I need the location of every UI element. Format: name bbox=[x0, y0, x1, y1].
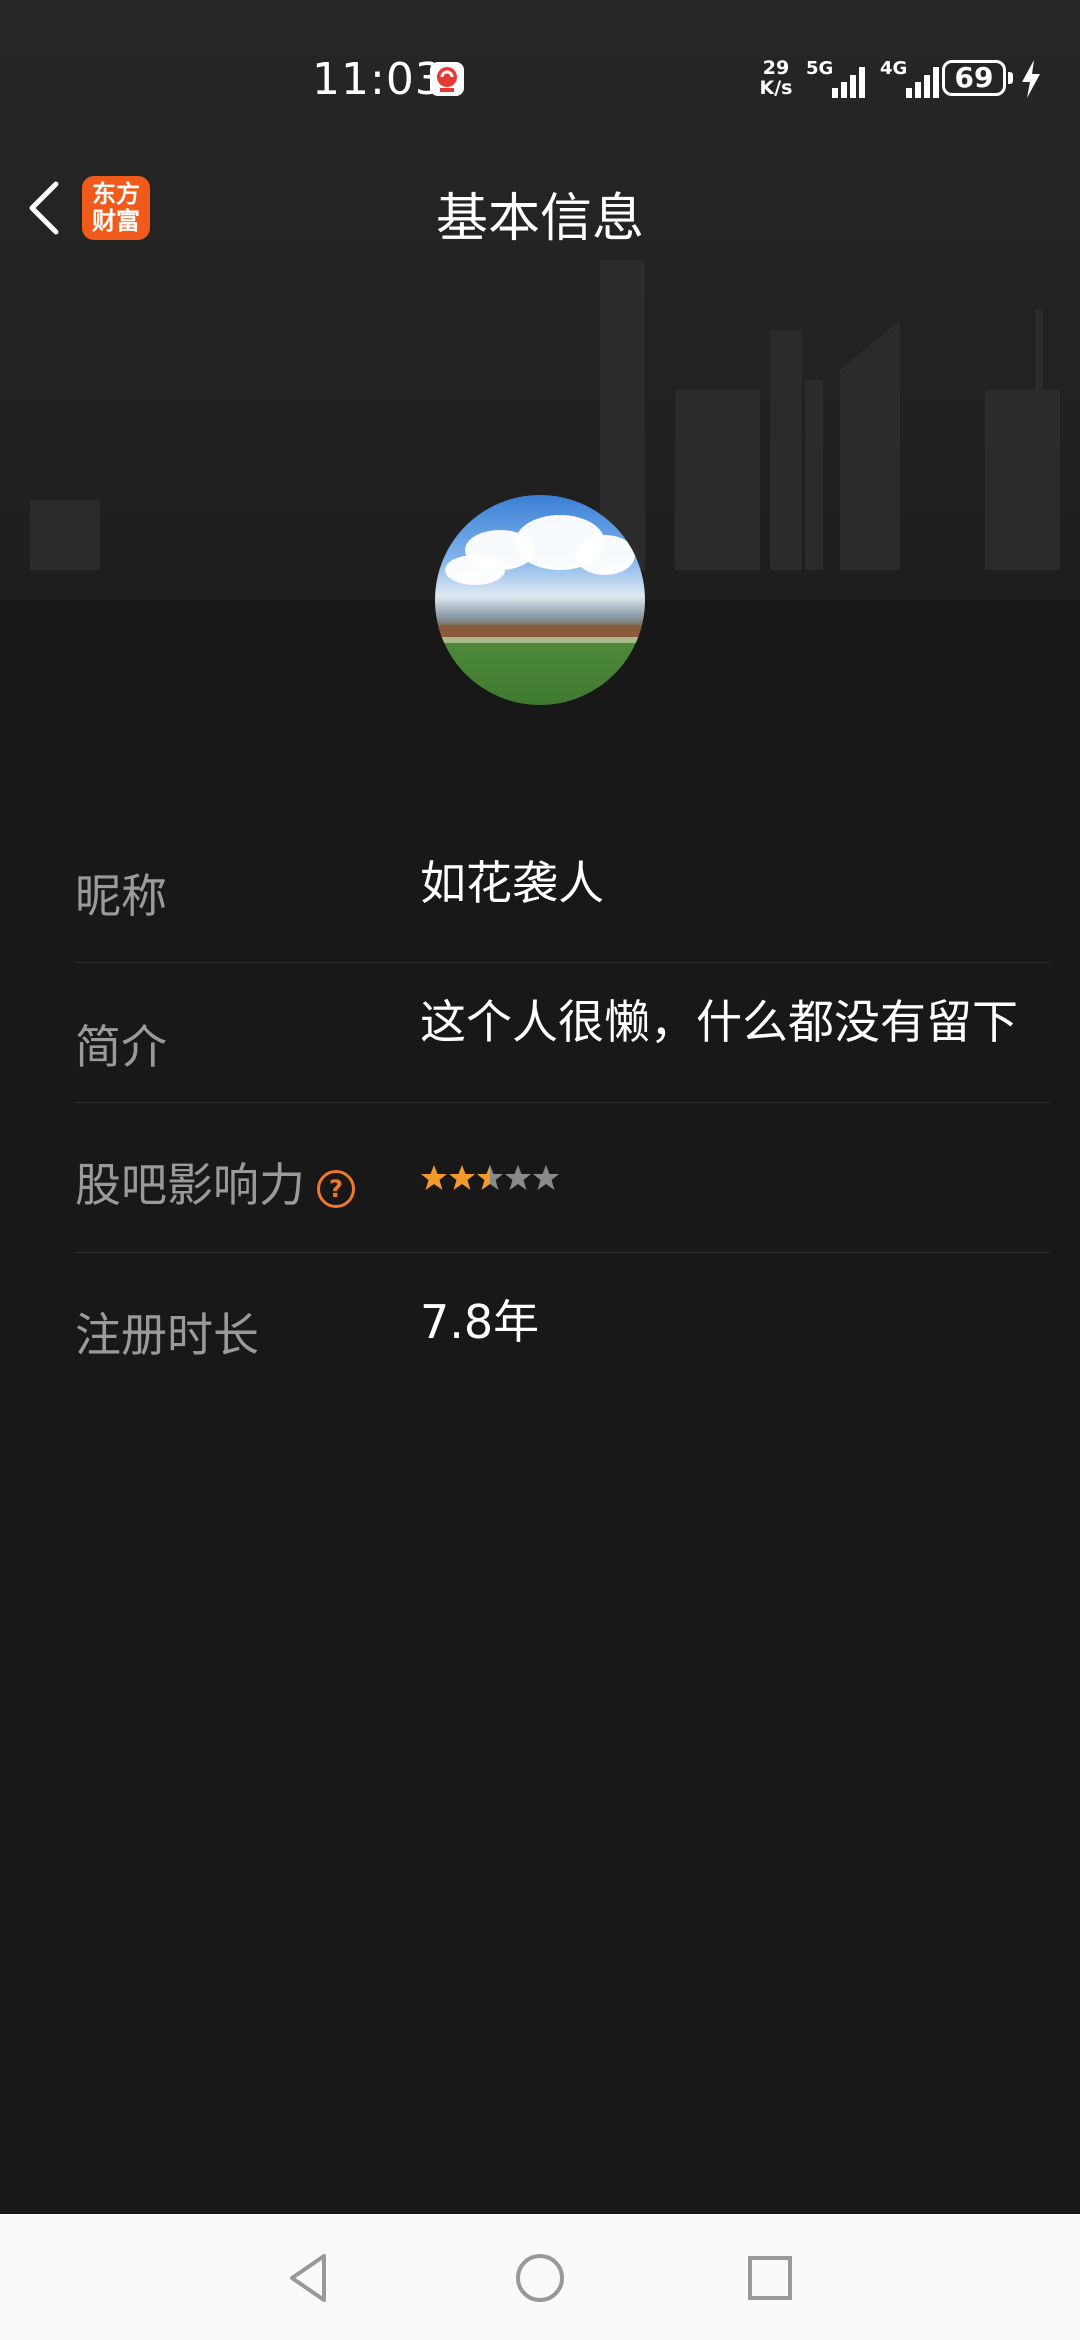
intro-label: 简介 bbox=[75, 1020, 167, 1074]
nickname-label: 昵称 bbox=[75, 869, 167, 923]
row-influence: 股吧影响力? bbox=[75, 1103, 1050, 1253]
app-notification-icon bbox=[430, 62, 464, 96]
influence-stars bbox=[421, 1165, 559, 1190]
star-empty bbox=[505, 1165, 531, 1190]
registration-value: 7.8年 bbox=[420, 1295, 540, 1349]
system-navigation-bar bbox=[0, 2214, 1080, 2340]
star-half bbox=[477, 1165, 503, 1190]
star-empty bbox=[533, 1165, 559, 1190]
avatar[interactable] bbox=[435, 495, 645, 705]
row-nickname: 昵称 如花袭人 bbox=[75, 820, 1050, 963]
registration-label: 注册时长 bbox=[75, 1308, 259, 1362]
nickname-value: 如花袭人 bbox=[420, 856, 604, 910]
battery-indicator: 69 bbox=[942, 60, 1006, 96]
triangle-back-icon[interactable] bbox=[280, 2248, 340, 2308]
status-bar: 11:03 29 K/s 5G 4G 69 bbox=[0, 0, 1080, 160]
network-speed: 29 K/s bbox=[759, 57, 793, 99]
page-title: 基本信息 bbox=[435, 189, 644, 249]
intro-value: 这个人很懒，什么都没有留下 bbox=[420, 995, 1018, 1049]
charging-bolt-icon bbox=[1022, 60, 1040, 98]
question-circle-icon[interactable]: ? bbox=[317, 1169, 355, 1208]
row-intro: 简介 这个人很懒，什么都没有留下 bbox=[75, 963, 1050, 1103]
status-time: 11:03 bbox=[312, 54, 444, 105]
circle-home-icon[interactable] bbox=[510, 2248, 570, 2308]
profile-info-list: 昵称 如花袭人 简介 这个人很懒，什么都没有留下 股吧影响力? 注册时长 7.8… bbox=[75, 820, 1050, 1403]
row-registration: 注册时长 7.8年 bbox=[75, 1253, 1050, 1403]
square-recents-icon[interactable] bbox=[740, 2248, 800, 2308]
influence-label: 股吧影响力? bbox=[75, 1149, 355, 1215]
star-filled bbox=[421, 1165, 447, 1190]
star-filled bbox=[449, 1165, 475, 1190]
battery-tip bbox=[1008, 72, 1013, 84]
